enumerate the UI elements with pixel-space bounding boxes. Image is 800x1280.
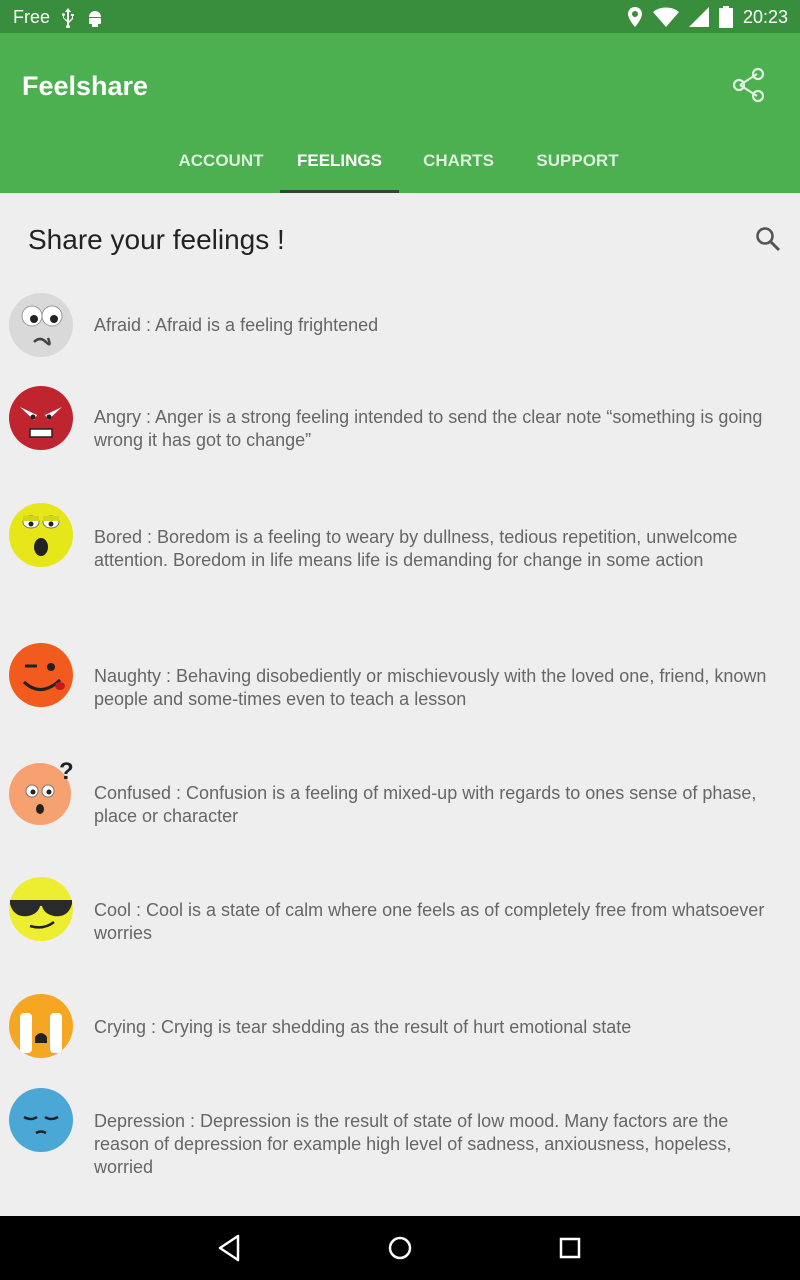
feeling-text: Confused : Confusion is a feeling of mix… bbox=[94, 783, 757, 826]
tab-feelings[interactable]: FEELINGS bbox=[280, 136, 399, 193]
feeling-text: Naughty : Behaving disobediently or misc… bbox=[94, 666, 767, 709]
list-item[interactable]: Naughty : Behaving disobediently or misc… bbox=[0, 640, 800, 740]
list-item[interactable]: Afraid : Afraid is a feeling frightened bbox=[0, 285, 800, 375]
page-title: Share your feelings ! bbox=[28, 224, 285, 255]
list-item[interactable]: Bored : Boredom is a feeling to weary by… bbox=[0, 500, 800, 620]
tab-charts[interactable]: CHARTS bbox=[399, 136, 518, 193]
clock: 20:23 bbox=[742, 6, 788, 27]
list-item[interactable]: Depression : Depression is the result of… bbox=[0, 1085, 800, 1195]
share-icon[interactable] bbox=[731, 67, 767, 103]
crying-emoji-icon bbox=[9, 994, 73, 1058]
tab-account[interactable]: ACCOUNT bbox=[162, 136, 280, 193]
afraid-emoji-icon bbox=[9, 293, 73, 357]
feeling-text: Crying : Crying is tear shedding as the … bbox=[94, 1017, 632, 1037]
usb-icon bbox=[62, 7, 75, 28]
status-bar: Free 20:23 bbox=[0, 0, 800, 33]
bored-emoji-icon bbox=[9, 503, 73, 567]
naughty-emoji-icon bbox=[9, 643, 73, 707]
feeling-text: Depression : Depression is the result of… bbox=[94, 1111, 732, 1177]
battery-icon bbox=[718, 6, 733, 28]
depression-emoji-icon bbox=[9, 1088, 73, 1152]
carrier-label: Free bbox=[13, 7, 51, 27]
recents-icon[interactable] bbox=[554, 1232, 586, 1264]
location-icon bbox=[627, 7, 642, 27]
feeling-text: Afraid : Afraid is a feeling frightened bbox=[94, 315, 379, 335]
confused-emoji-icon: ? bbox=[9, 759, 74, 825]
list-item[interactable]: ? Confused : Confusion is a feeling of m… bbox=[0, 757, 800, 857]
angry-emoji-icon bbox=[9, 386, 73, 450]
list-item[interactable]: Angry : Anger is a strong feeling intend… bbox=[0, 383, 800, 483]
list-item[interactable]: Crying : Crying is tear shedding as the … bbox=[0, 991, 800, 1081]
signal-icon bbox=[688, 7, 709, 27]
app-bar: Feelshare ACCOUNT FEELINGS CHARTS SUPPOR… bbox=[0, 33, 800, 193]
navigation-bar bbox=[0, 1216, 800, 1280]
tab-support[interactable]: SUPPORT bbox=[518, 136, 637, 193]
app-title: Feelshare bbox=[22, 71, 149, 101]
list-item[interactable]: Cool : Cool is a state of calm where one… bbox=[0, 874, 800, 974]
home-icon[interactable] bbox=[384, 1232, 416, 1264]
svg-text:?: ? bbox=[59, 759, 74, 785]
tab-bar: ACCOUNT FEELINGS CHARTS SUPPORT bbox=[162, 136, 637, 193]
search-icon[interactable] bbox=[754, 225, 782, 253]
feeling-text: Bored : Boredom is a feeling to weary by… bbox=[94, 527, 738, 570]
wifi-icon bbox=[652, 7, 679, 27]
cool-emoji-icon bbox=[9, 877, 73, 941]
android-debug-icon bbox=[89, 10, 102, 27]
feeling-text: Cool : Cool is a state of calm where one… bbox=[94, 900, 765, 943]
feeling-text: Angry : Anger is a strong feeling intend… bbox=[94, 407, 763, 450]
back-icon[interactable] bbox=[214, 1232, 246, 1264]
